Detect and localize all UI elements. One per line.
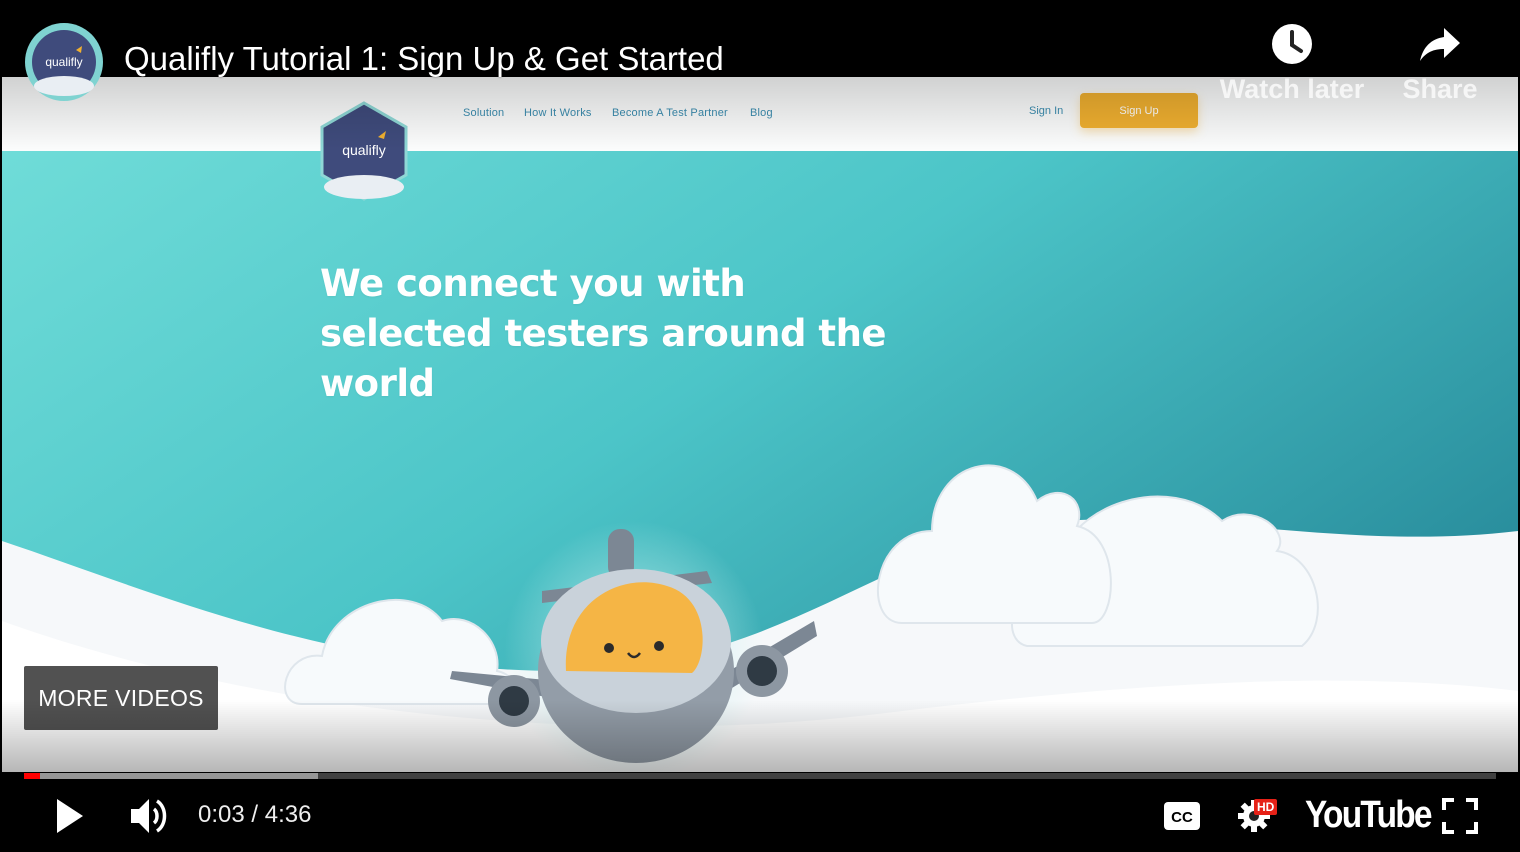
more-videos-label: MORE VIDEOS [38, 684, 204, 711]
site-sign-up-label: Sign Up [1119, 104, 1159, 117]
svg-text:qualifly: qualifly [45, 55, 82, 69]
hero-headline-line-3: world [320, 362, 435, 405]
youtube-logo[interactable]: YouTube [1305, 794, 1433, 837]
site-nav-solution: Solution [463, 107, 505, 119]
hero-illustration [2, 151, 1518, 772]
progress-buffered [24, 773, 319, 779]
cc-icon: CC [1164, 802, 1200, 830]
video-frame[interactable]: Solution How It Works Become A Test Part… [2, 77, 1518, 772]
time-separator: / [251, 801, 259, 828]
play-button[interactable] [48, 794, 92, 838]
fullscreen-button[interactable] [1438, 794, 1482, 838]
hero-headline-line-1: We connect you with [320, 262, 746, 305]
watch-later-button[interactable]: Watch later [1217, 22, 1367, 105]
progress-played [24, 773, 41, 779]
clock-icon [1272, 24, 1312, 64]
hero-headline: We connect you with selected testers aro… [320, 259, 920, 409]
time-display: 0:03 / 4:36 [198, 801, 311, 829]
site-nav-how-it-works: How It Works [524, 107, 592, 119]
more-videos-button[interactable]: MORE VIDEOS [24, 666, 218, 730]
share-arrow-icon [1420, 28, 1460, 61]
duration: 4:36 [264, 801, 312, 828]
site-nav-blog: Blog [750, 107, 773, 119]
progress-bar[interactable] [24, 773, 1496, 779]
hd-badge: HD [1254, 799, 1278, 815]
volume-icon [131, 799, 167, 833]
fullscreen-icon [1442, 798, 1478, 834]
site-sign-up-button: Sign Up [1080, 93, 1198, 128]
captions-button[interactable]: CC [1160, 798, 1204, 834]
video-player[interactable]: Solution How It Works Become A Test Part… [0, 0, 1520, 852]
share-label: Share [1402, 74, 1478, 104]
svg-text:CC: CC [1171, 809, 1193, 826]
hero-headline-line-2: selected testers around the [320, 312, 887, 355]
video-title[interactable]: Qualifly Tutorial 1: Sign Up & Get Start… [124, 40, 724, 78]
site-nav-test-partner: Become A Test Partner [612, 107, 728, 119]
volume-button[interactable] [126, 794, 174, 838]
share-button[interactable]: Share [1365, 22, 1515, 105]
site-logo: qualifly [320, 101, 408, 201]
site-sign-in-link: Sign In [1029, 105, 1064, 117]
svg-text:qualifly: qualifly [342, 142, 386, 158]
channel-avatar[interactable]: qualifly [24, 22, 104, 102]
watch-later-label: Watch later [1219, 74, 1365, 104]
current-time: 0:03 [198, 801, 245, 828]
play-icon [57, 799, 83, 833]
